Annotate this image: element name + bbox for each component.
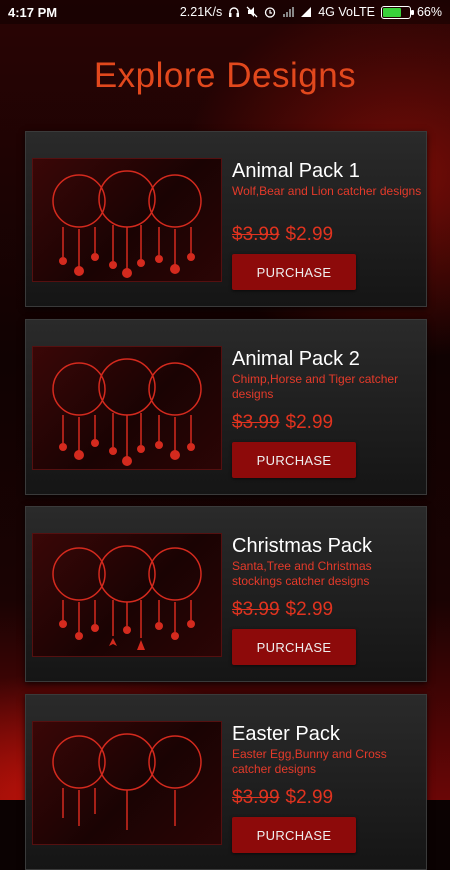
price-row: $3.99 $2.99 (232, 412, 333, 434)
dreamcatcher-image (52, 358, 202, 466)
purchase-button[interactable]: PURCHASE (232, 629, 356, 665)
mute-icon (246, 6, 258, 18)
pack-title: Christmas Pack (232, 535, 373, 557)
pack-card: Animal Pack 2 Chimp,Horse and Tiger catc… (25, 319, 427, 495)
status-bar: 4:17 PM 2.21K/s 4G VoLTE 66% (0, 0, 450, 24)
pack-title: Easter Pack (232, 723, 340, 745)
current-price: $2.99 (285, 787, 334, 808)
old-price: $3.99 (232, 787, 280, 808)
purchase-button[interactable]: PURCHASE (232, 817, 356, 853)
current-price: $2.99 (285, 224, 334, 245)
current-price: $2.99 (285, 599, 334, 620)
page-title: Explore Designs (93, 56, 357, 95)
pack-thumbnail[interactable] (32, 158, 222, 282)
dreamcatcher-image (52, 170, 202, 278)
pack-thumbnail[interactable] (32, 721, 222, 845)
purchase-button[interactable]: PURCHASE (232, 442, 356, 478)
signal-icon (283, 7, 295, 17)
dreamcatcher-image (52, 733, 202, 830)
signal-strong-icon (301, 7, 312, 17)
status-time: 4:17 PM (8, 4, 58, 20)
old-price: $3.99 (232, 224, 280, 245)
pack-description: Santa,Tree and Christmas stockings catch… (232, 559, 372, 588)
pack-card: Christmas Pack Santa,Tree and Christmas … (25, 506, 427, 682)
current-price: $2.99 (285, 412, 334, 433)
battery-icon (380, 5, 414, 19)
alarm-icon (265, 7, 276, 18)
pack-card: Animal Pack 1 Wolf,Bear and Lion catcher… (25, 131, 427, 307)
pack-description: Easter Egg,Bunny and Cross catcher desig… (232, 747, 387, 776)
battery-percent: 66% (416, 5, 442, 19)
price-row: $3.99 $2.99 (232, 599, 333, 621)
pack-description: Chimp,Horse and Tiger catcher designs (232, 372, 399, 401)
network-type: 4G VoLTE (318, 5, 375, 19)
pack-title: Animal Pack 1 (232, 160, 360, 182)
pack-title: Animal Pack 2 (232, 348, 360, 370)
old-price: $3.99 (232, 599, 280, 620)
old-price: $3.99 (232, 412, 280, 433)
price-row: $3.99 $2.99 (232, 787, 333, 809)
price-row: $3.99 $2.99 (232, 224, 333, 246)
dreamcatcher-image (52, 545, 202, 650)
status-indicators: 2.21K/s 4G VoLTE 66% (180, 5, 442, 19)
pack-card: Easter Pack Easter Egg,Bunny and Cross c… (25, 694, 427, 870)
pack-description: Wolf,Bear and Lion catcher designs (232, 184, 422, 198)
data-speed: 2.21K/s (179, 5, 223, 19)
pack-thumbnail[interactable] (32, 346, 222, 470)
purchase-button[interactable]: PURCHASE (232, 254, 356, 290)
headset-icon (229, 7, 240, 17)
pack-thumbnail[interactable] (32, 533, 222, 657)
